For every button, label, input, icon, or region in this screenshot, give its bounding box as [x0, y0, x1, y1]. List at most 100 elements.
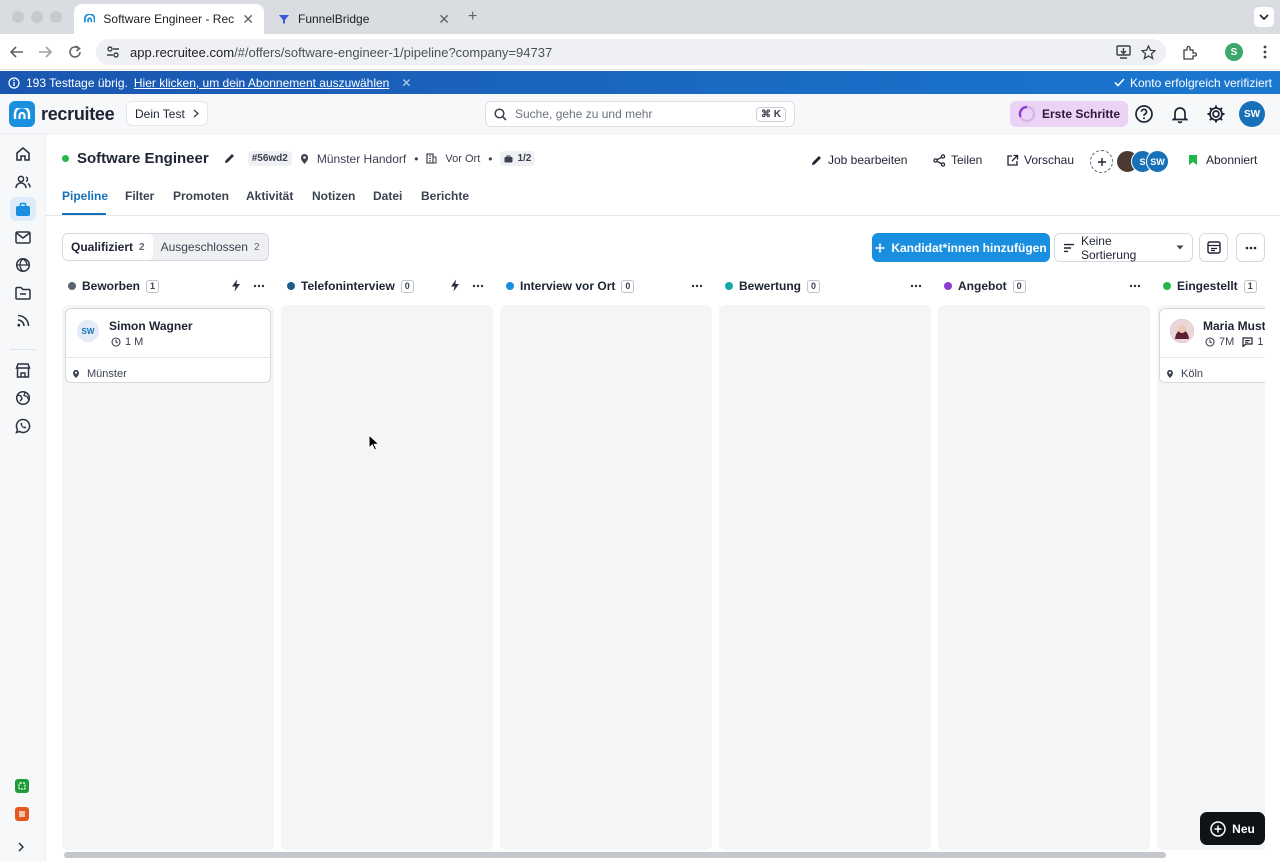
- stage-count: 1: [146, 279, 160, 293]
- site-settings-icon[interactable]: [106, 46, 120, 58]
- sidebar-orange-app-icon[interactable]: [15, 807, 29, 821]
- tab-search-chevron-icon[interactable]: [1254, 7, 1274, 27]
- sidebar-folder-icon[interactable]: [13, 283, 33, 303]
- sidebar-home-icon[interactable]: [13, 144, 33, 164]
- stage-count: 0: [621, 279, 635, 293]
- sidebar-mail-icon[interactable]: [13, 227, 33, 247]
- recruitee-logo[interactable]: recruitee: [9, 101, 115, 127]
- tab-title: Software Engineer - Recruitee: [103, 12, 235, 26]
- candidate-photo-avatar: [1170, 319, 1194, 343]
- sidebar-green-app-icon[interactable]: [15, 779, 29, 793]
- stage-count: 0: [400, 279, 414, 293]
- global-search-input[interactable]: Suche, gehe zu und mehr ⌘ K: [485, 101, 795, 127]
- tab-close-icon[interactable]: ✕: [438, 11, 450, 28]
- search-placeholder: Suche, gehe zu und mehr: [515, 107, 653, 121]
- tab-aktivitaet[interactable]: Aktivität: [246, 189, 293, 203]
- column-header-telefoninterview[interactable]: Telefoninterview 0: [287, 278, 414, 294]
- sidebar-expand-chevron-icon[interactable]: [18, 842, 24, 852]
- stage-dot: [944, 282, 952, 290]
- preview-button[interactable]: Vorschau: [1006, 153, 1074, 167]
- user-avatar[interactable]: SW: [1239, 101, 1265, 127]
- team-member-avatar[interactable]: SW: [1146, 150, 1169, 173]
- view-settings-button[interactable]: [1199, 233, 1228, 262]
- new-button[interactable]: Neu: [1200, 812, 1265, 845]
- install-app-icon[interactable]: [1114, 43, 1132, 61]
- back-arrow-icon[interactable]: [8, 43, 26, 61]
- column-header-interview-vor-ort[interactable]: Interview vor Ort 0: [506, 278, 635, 294]
- tab-promoten[interactable]: Promoten: [173, 189, 229, 203]
- plus-icon: [1097, 157, 1106, 166]
- tab-notizen[interactable]: Notizen: [312, 189, 355, 203]
- caret-down-icon: [1176, 245, 1184, 250]
- edit-title-pencil-icon[interactable]: [223, 152, 236, 165]
- add-candidates-button[interactable]: Kandidat*innen hinzufügen: [872, 233, 1050, 262]
- horizontal-scrollbar[interactable]: [64, 852, 1166, 858]
- forward-arrow-icon[interactable]: [36, 43, 54, 61]
- column-more-icon[interactable]: [1129, 284, 1141, 288]
- automation-bolt-icon[interactable]: [450, 279, 460, 292]
- building-icon: [426, 153, 437, 164]
- stage-dot: [1163, 282, 1171, 290]
- column-header-angebot[interactable]: Angebot 0: [944, 278, 1026, 294]
- add-team-member-button[interactable]: [1090, 150, 1113, 173]
- comment-icon: [1242, 337, 1253, 347]
- choose-subscription-link[interactable]: Hier klicken, um dein Abonnement auszuwä…: [134, 76, 389, 90]
- notifications-bell-icon[interactable]: [1170, 104, 1190, 124]
- tab-pipeline[interactable]: Pipeline: [62, 189, 108, 203]
- window-minimize-dot[interactable]: [31, 11, 43, 23]
- address-bar[interactable]: app.recruitee.com/#/offers/software-engi…: [96, 39, 1166, 65]
- sidebar-career-site-icon[interactable]: [13, 255, 33, 275]
- more-options-button[interactable]: [1236, 233, 1265, 262]
- company-switcher[interactable]: Dein Test: [126, 101, 208, 126]
- column-more-icon[interactable]: [691, 284, 703, 288]
- sidebar-globe-icon[interactable]: [13, 388, 33, 408]
- column-more-icon[interactable]: [910, 284, 922, 288]
- excluded-segment[interactable]: Ausgeschlossen 2: [153, 234, 268, 260]
- window-close-dot[interactable]: [12, 11, 24, 23]
- bookmark-star-icon[interactable]: [1139, 43, 1157, 61]
- sidebar-feed-icon[interactable]: [13, 311, 33, 331]
- search-icon: [494, 107, 507, 121]
- edit-job-button[interactable]: Job bearbeiten: [810, 153, 907, 167]
- column-header-bewertung[interactable]: Bewertung 0: [725, 278, 821, 294]
- candidate-card[interactable]: SW Simon Wagner 1 M Münster: [65, 308, 271, 383]
- help-icon[interactable]: [1134, 104, 1154, 124]
- location-pin-icon: [73, 369, 79, 379]
- tab-datei[interactable]: Datei: [373, 189, 402, 203]
- first-steps-button[interactable]: Erste Schritte: [1010, 101, 1129, 127]
- column-header-beworben[interactable]: Beworben 1: [68, 278, 160, 294]
- sidebar-jobs-icon[interactable]: [13, 199, 33, 219]
- browser-tab-funnelbridge[interactable]: FunnelBridge ✕: [268, 4, 460, 34]
- sort-lines-icon: [1063, 243, 1074, 252]
- card-divider: [1160, 357, 1265, 358]
- browser-tab-recruitee[interactable]: Software Engineer - Recruitee ✕: [74, 4, 264, 34]
- tab-close-icon[interactable]: ✕: [242, 11, 254, 28]
- candidate-name: Simon Wagner: [109, 319, 193, 333]
- banner-close-icon[interactable]: ✕: [401, 76, 411, 90]
- sort-dropdown[interactable]: Keine Sortierung: [1054, 233, 1193, 262]
- browser-profile-avatar[interactable]: S: [1225, 43, 1243, 61]
- qualified-segment[interactable]: Qualifiziert 2: [63, 234, 153, 260]
- subscribed-button[interactable]: Abonniert: [1188, 153, 1257, 167]
- tab-filter[interactable]: Filter: [125, 189, 154, 203]
- stage-count: 0: [1012, 279, 1026, 293]
- window-zoom-dot[interactable]: [50, 11, 62, 23]
- url-path: /#/offers/software-engineer-1/pipeline?c…: [234, 44, 553, 60]
- tab-berichte[interactable]: Berichte: [421, 189, 469, 203]
- sidebar-whatsapp-icon[interactable]: [13, 416, 33, 436]
- candidate-card[interactable]: Maria Must 7M 1 Köln: [1159, 308, 1265, 383]
- first-steps-label: Erste Schritte: [1042, 107, 1121, 121]
- settings-gear-icon[interactable]: [1206, 104, 1226, 124]
- extensions-puzzle-icon[interactable]: [1180, 43, 1198, 61]
- column-more-icon[interactable]: [472, 284, 484, 288]
- share-button[interactable]: Teilen: [933, 153, 982, 167]
- sidebar-candidates-icon[interactable]: [13, 172, 33, 192]
- browser-menu-icon[interactable]: [1256, 43, 1274, 61]
- column-header-eingestellt[interactable]: Eingestellt 1: [1163, 278, 1257, 294]
- new-tab-button[interactable]: +: [468, 8, 477, 26]
- reload-icon[interactable]: [66, 43, 84, 61]
- automation-bolt-icon[interactable]: [231, 279, 241, 292]
- sidebar-marketplace-icon[interactable]: [13, 360, 33, 380]
- column-more-icon[interactable]: [253, 284, 265, 288]
- card-divider: [66, 357, 270, 358]
